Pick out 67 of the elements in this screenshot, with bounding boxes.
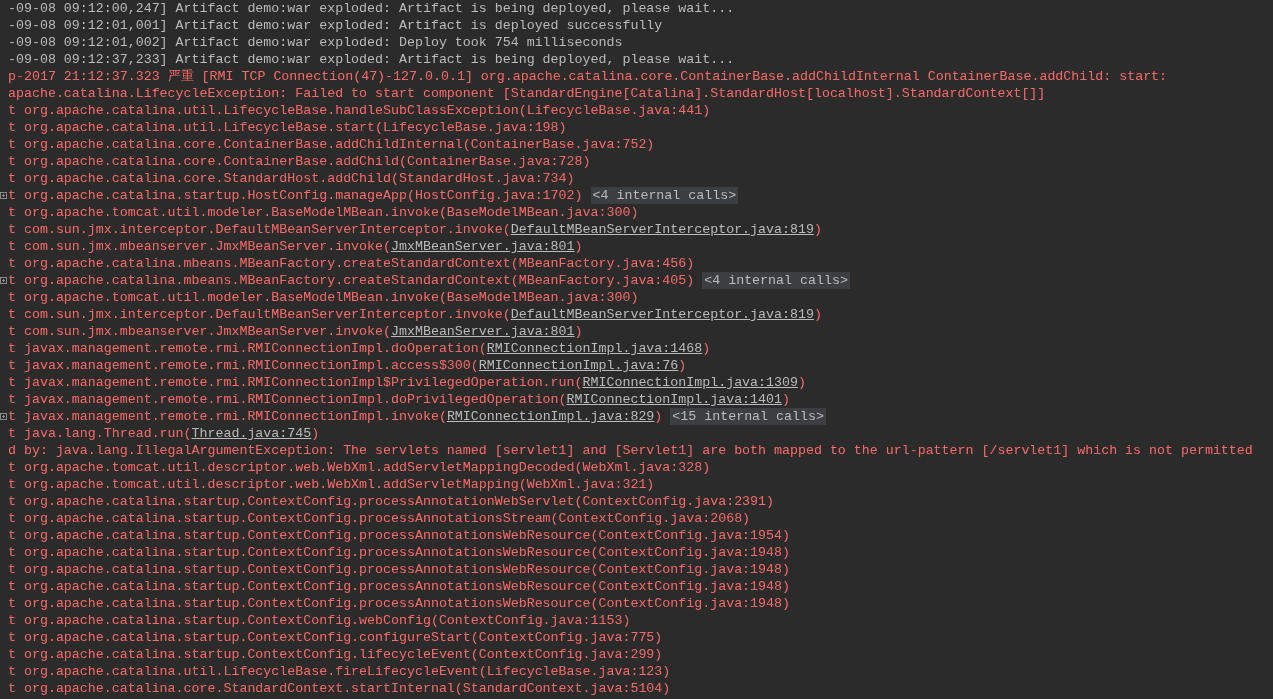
- log-text: t org.apache.catalina.startup.ContextConfig.processAnnotationWebServlet(ContextConfig.java:2391): [8, 493, 775, 510]
- log-text: t org.apache.catalina.startup.ContextConfig.processAnnotationsWebResource(ContextConfig.java:1948): [8, 561, 790, 578]
- log-text: -09-08 09:12:00,247] Artifact demo:war exploded: Artifact is being deployed, please wait...: [8, 0, 735, 17]
- log-text: t javax.management.remote.rmi.RMIConnectionImpl.invoke(: [8, 408, 447, 425]
- log-text: t org.apache.tomcat.util.descriptor.web.WebXml.addServletMapping(WebXml.java:321): [8, 476, 655, 493]
- log-text: t javax.management.remote.rmi.RMIConnectionImpl.access$300(: [8, 357, 479, 374]
- file-link[interactable]: RMIConnectionImpl.java:1468: [486, 340, 703, 357]
- log-text: t org.apache.catalina.core.ContainerBase.addChildInternal(ContainerBase.java:752): [8, 136, 655, 153]
- expand-icon[interactable]: [0, 413, 7, 420]
- log-text: ): [813, 306, 822, 323]
- file-link[interactable]: JmxMBeanServer.java:801: [391, 238, 575, 255]
- log-text: t org.apache.tomcat.util.descriptor.web.WebXml.addServletMappingDecoded(WebXml.java:328): [8, 459, 711, 476]
- internal-calls-badge[interactable]: <15 internal calls>: [670, 408, 826, 425]
- expand-icon[interactable]: [0, 192, 7, 199]
- log-text: t org.apache.catalina.mbeans.MBeanFactory.createStandardContext(MBeanFactory.java:456): [8, 255, 695, 272]
- log-text: t org.apache.catalina.mbeans.MBeanFactory.createStandardContext(MBeanFactory.java:405): [8, 272, 695, 289]
- log-text: -09-08 09:12:01,001] Artifact demo:war exploded: Artifact is deployed successfully: [8, 17, 663, 34]
- log-text: t org.apache.catalina.core.StandardContext.startInternal(StandardContext.java:5104): [8, 680, 671, 697]
- file-link[interactable]: RMIConnectionImpl.java:829: [446, 408, 655, 425]
- log-text: t com.sun.jmx.interceptor.DefaultMBeanServerInterceptor.invoke(: [8, 221, 511, 238]
- log-text: ): [574, 238, 583, 255]
- log-text: t javax.management.remote.rmi.RMIConnectionImpl.doOperation(: [8, 340, 487, 357]
- expand-icon[interactable]: [0, 277, 7, 284]
- log-text: t org.apache.catalina.core.StandardHost.addChild(StandardHost.java:734): [8, 170, 575, 187]
- log-text: ): [574, 323, 583, 340]
- internal-calls-badge[interactable]: <4 internal calls>: [702, 272, 850, 289]
- file-link[interactable]: DefaultMBeanServerInterceptor.java:819: [510, 306, 814, 323]
- log-text: t org.apache.catalina.startup.ContextConfig.lifecycleEvent(ContextConfig.java:299): [8, 646, 663, 663]
- log-text: t org.apache.catalina.startup.ContextConfig.configureStart(ContextConfig.java:775): [8, 629, 663, 646]
- log-text: t com.sun.jmx.interceptor.DefaultMBeanServerInterceptor.invoke(: [8, 306, 511, 323]
- log-text: t org.apache.catalina.util.LifecycleBase.handleSubClassException(LifecycleBase.java:441): [8, 102, 711, 119]
- log-text: t org.apache.catalina.core.ContainerBase.addChild(ContainerBase.java:728): [8, 153, 591, 170]
- log-text: t org.apache.catalina.startup.ContextConfig.processAnnotationsWebResource(ContextConfig.java:1948): [8, 544, 790, 561]
- log-text: t org.apache.tomcat.util.modeler.BaseModelMBean.invoke(BaseModelMBean.java:300): [8, 204, 639, 221]
- file-link[interactable]: DefaultMBeanServerInterceptor.java:819: [510, 221, 814, 238]
- log-text: d by: java.lang.IllegalArgumentException: The servlets named [servlet1] and [Servlet1] are both mapped to the url-pattern [/servlet1] which is not permitted: [8, 442, 1253, 459]
- log-text: -09-08 09:12:01,002] Artifact demo:war exploded: Deploy took 754 milliseconds: [8, 34, 623, 51]
- log-text: ): [311, 425, 320, 442]
- log-text: t org.apache.catalina.util.LifecycleBase.start(LifecycleBase.java:198): [8, 119, 567, 136]
- log-text: p-2017 21:12:37.323 严重 [RMI TCP Connection(47)-127.0.0.1] org.apache.catalina.core.ContainerBase.addChildInternal ContainerBase.addChild: start:: [8, 68, 1168, 85]
- log-text: t org.apache.tomcat.util.modeler.BaseModelMBean.invoke(BaseModelMBean.java:300): [8, 289, 639, 306]
- log-text: t com.sun.jmx.mbeanserver.JmxMBeanServer.invoke(: [8, 323, 391, 340]
- log-text: ): [654, 408, 663, 425]
- log-text: t javax.management.remote.rmi.RMIConnectionImpl$PrivilegedOperation.run(: [8, 374, 583, 391]
- log-text: ): [678, 357, 687, 374]
- log-text: t org.apache.catalina.startup.ContextConfig.processAnnotationsWebResource(ContextConfig.java:1948): [8, 595, 790, 612]
- log-text: t org.apache.catalina.startup.ContextConfig.processAnnotationsWebResource(ContextConfig.java:1948): [8, 578, 790, 595]
- log-text: -09-08 09:12:37,233] Artifact demo:war exploded: Artifact is being deployed, please wait...: [8, 51, 735, 68]
- file-link[interactable]: Thread.java:745: [191, 425, 312, 442]
- log-text: ): [798, 374, 806, 391]
- log-text: t org.apache.catalina.startup.ContextConfig.processAnnotationsWebResource(ContextConfig.java:1954): [8, 527, 790, 544]
- log-text: ): [702, 340, 711, 357]
- file-link[interactable]: JmxMBeanServer.java:801: [391, 323, 575, 340]
- log-text: t org.apache.catalina.util.LifecycleBase.fireLifecycleEvent(LifecycleBase.java:123): [8, 663, 671, 680]
- log-text: t java.lang.Thread.run(: [8, 425, 192, 442]
- log-text: ): [813, 221, 822, 238]
- log-text: t org.apache.catalina.startup.ContextConfig.webConfig(ContextConfig.java:1153): [8, 612, 631, 629]
- log-text: ): [782, 391, 790, 408]
- log-text: apache.catalina.LifecycleException: Failed to start component [StandardEngine[Catalina].StandardHost[localhost].StandardContext[]]: [8, 85, 1046, 102]
- internal-calls-badge[interactable]: <4 internal calls>: [590, 187, 739, 204]
- log-text: t org.apache.catalina.startup.ContextConfig.processAnnotationsStream(ContextConfig.java:2068): [8, 510, 751, 527]
- log-text: t org.apache.catalina.startup.HostConfig.manageApp(HostConfig.java:1702): [8, 187, 583, 204]
- log-text: t com.sun.jmx.mbeanserver.JmxMBeanServer.invoke(: [8, 238, 391, 255]
- file-link[interactable]: RMIConnectionImpl.java:1401: [566, 391, 782, 408]
- file-link[interactable]: RMIConnectionImpl.java:1309: [582, 374, 798, 391]
- log-text: t javax.management.remote.rmi.RMIConnectionImpl.doPrivilegedOperation(: [8, 391, 567, 408]
- file-link[interactable]: RMIConnectionImpl.java:76: [478, 357, 679, 374]
